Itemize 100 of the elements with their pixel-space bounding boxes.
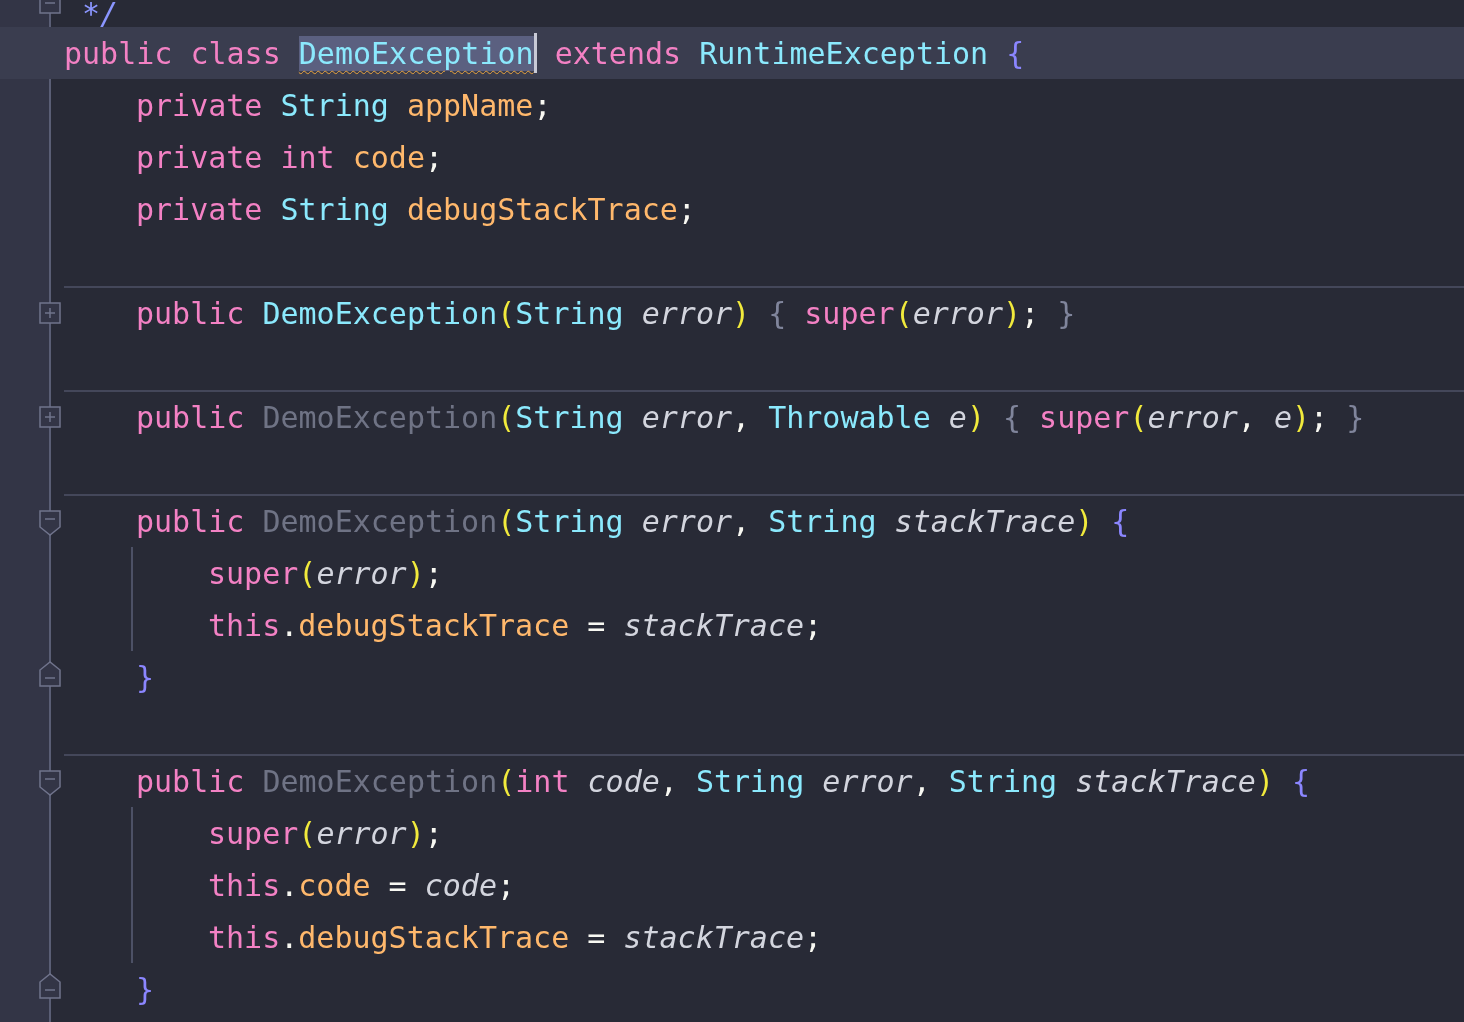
parameter-name: error [640, 503, 733, 539]
keyword: public [136, 399, 245, 435]
collapse-icon[interactable] [39, 661, 61, 687]
punctuation: ; [533, 87, 552, 123]
parenthesis: ( [894, 295, 913, 331]
parameter-name: error [912, 295, 1003, 331]
keyword: private [136, 139, 263, 175]
parameter-name: code [586, 763, 660, 799]
field-name: appName [405, 87, 534, 123]
type-name: String [947, 763, 1058, 799]
punctuation: . [280, 919, 299, 955]
field-name: debugStackTrace [405, 191, 678, 227]
parameter-name: e [1272, 399, 1292, 435]
collapse-icon[interactable] [39, 770, 61, 796]
parameter-name: error [640, 399, 733, 435]
type-name: String [515, 399, 624, 435]
keyword: public [64, 35, 173, 71]
type-name: String [279, 191, 389, 227]
punctuation: = [586, 919, 606, 955]
parenthesis: ( [497, 295, 516, 331]
punctuation: , [732, 503, 751, 539]
type-name: String [694, 763, 805, 799]
punctuation: , [912, 763, 931, 799]
parameter-name: stackTrace [622, 919, 805, 955]
punctuation: ; [804, 919, 823, 955]
brace: { [1005, 35, 1025, 71]
type-name: String [279, 87, 389, 123]
parenthesis: ( [1129, 399, 1148, 435]
keyword: public [136, 503, 245, 539]
keyword: this [208, 867, 281, 903]
parameter-name: code [423, 867, 497, 903]
parenthesis: ) [1292, 399, 1311, 435]
keyword: public [136, 295, 245, 331]
keyword: this [208, 919, 281, 955]
parenthesis: ( [497, 399, 516, 435]
parenthesis: ) [966, 399, 985, 435]
field-name: debugStackTrace [298, 607, 570, 643]
folded-brace: { [1002, 399, 1022, 435]
parenthesis: ) [732, 295, 751, 331]
constructor-name: DemoException [261, 399, 498, 435]
parenthesis: ) [406, 555, 425, 591]
field-name: debugStackTrace [298, 919, 570, 955]
punctuation: ; [677, 191, 696, 227]
constructor-name: DemoException [261, 763, 498, 799]
parenthesis: ) [1075, 503, 1094, 539]
parameter-name: error [821, 763, 913, 799]
parameter-name: stackTrace [1074, 763, 1256, 799]
folded-brace: } [1345, 399, 1365, 435]
collapse-icon[interactable] [39, 973, 61, 999]
punctuation: ; [1021, 295, 1040, 331]
brace: } [136, 659, 155, 695]
keyword: super [208, 815, 299, 851]
keyword: super [1038, 399, 1130, 435]
punctuation: , [1237, 399, 1256, 435]
expand-icon[interactable] [39, 302, 61, 324]
expand-icon[interactable] [39, 406, 61, 428]
parameter-name: error [316, 555, 407, 591]
type-name: DemoException [298, 35, 534, 71]
keyword: private [136, 191, 263, 227]
parenthesis: ( [497, 763, 516, 799]
keyword: private [136, 87, 263, 123]
punctuation: = [387, 867, 407, 903]
type-name: RuntimeException [698, 35, 989, 71]
punctuation: ; [497, 867, 516, 903]
parenthesis: ( [497, 503, 516, 539]
parameter-name: stackTrace [622, 607, 805, 643]
keyword: public [136, 763, 245, 799]
keyword: int [279, 139, 335, 175]
type-name: DemoException [261, 295, 498, 331]
collapse-icon[interactable] [39, 510, 61, 536]
keyword: this [208, 607, 281, 643]
type-name: String [515, 295, 624, 331]
punctuation: ; [804, 607, 823, 643]
folded-brace: { [767, 295, 787, 331]
parameter-name: error [1147, 399, 1238, 435]
punctuation: . [280, 867, 299, 903]
keyword: extends [553, 35, 682, 71]
keyword: int [515, 763, 570, 799]
comment: */ [81, 0, 119, 27]
folded-brace: } [1056, 295, 1076, 331]
brace: { [1110, 503, 1130, 539]
punctuation: , [659, 763, 678, 799]
punctuation: ; [424, 555, 443, 591]
field-name: code [298, 867, 371, 903]
brace: } [136, 971, 155, 1007]
brace: { [1291, 763, 1311, 799]
parenthesis: ) [1255, 763, 1274, 799]
punctuation: ; [424, 815, 443, 851]
parenthesis: ) [406, 815, 425, 851]
type-name: Throwable [767, 399, 931, 435]
parenthesis: ( [298, 815, 317, 851]
parameter-name: error [640, 295, 733, 331]
type-name: String [767, 503, 877, 539]
keyword: class [189, 35, 282, 71]
punctuation: ; [425, 139, 444, 175]
keyword: super [803, 295, 895, 331]
parameter-name: stackTrace [893, 503, 1076, 539]
punctuation: , [732, 399, 751, 435]
field-name: code [351, 139, 425, 175]
parameter-name: e [947, 399, 967, 435]
